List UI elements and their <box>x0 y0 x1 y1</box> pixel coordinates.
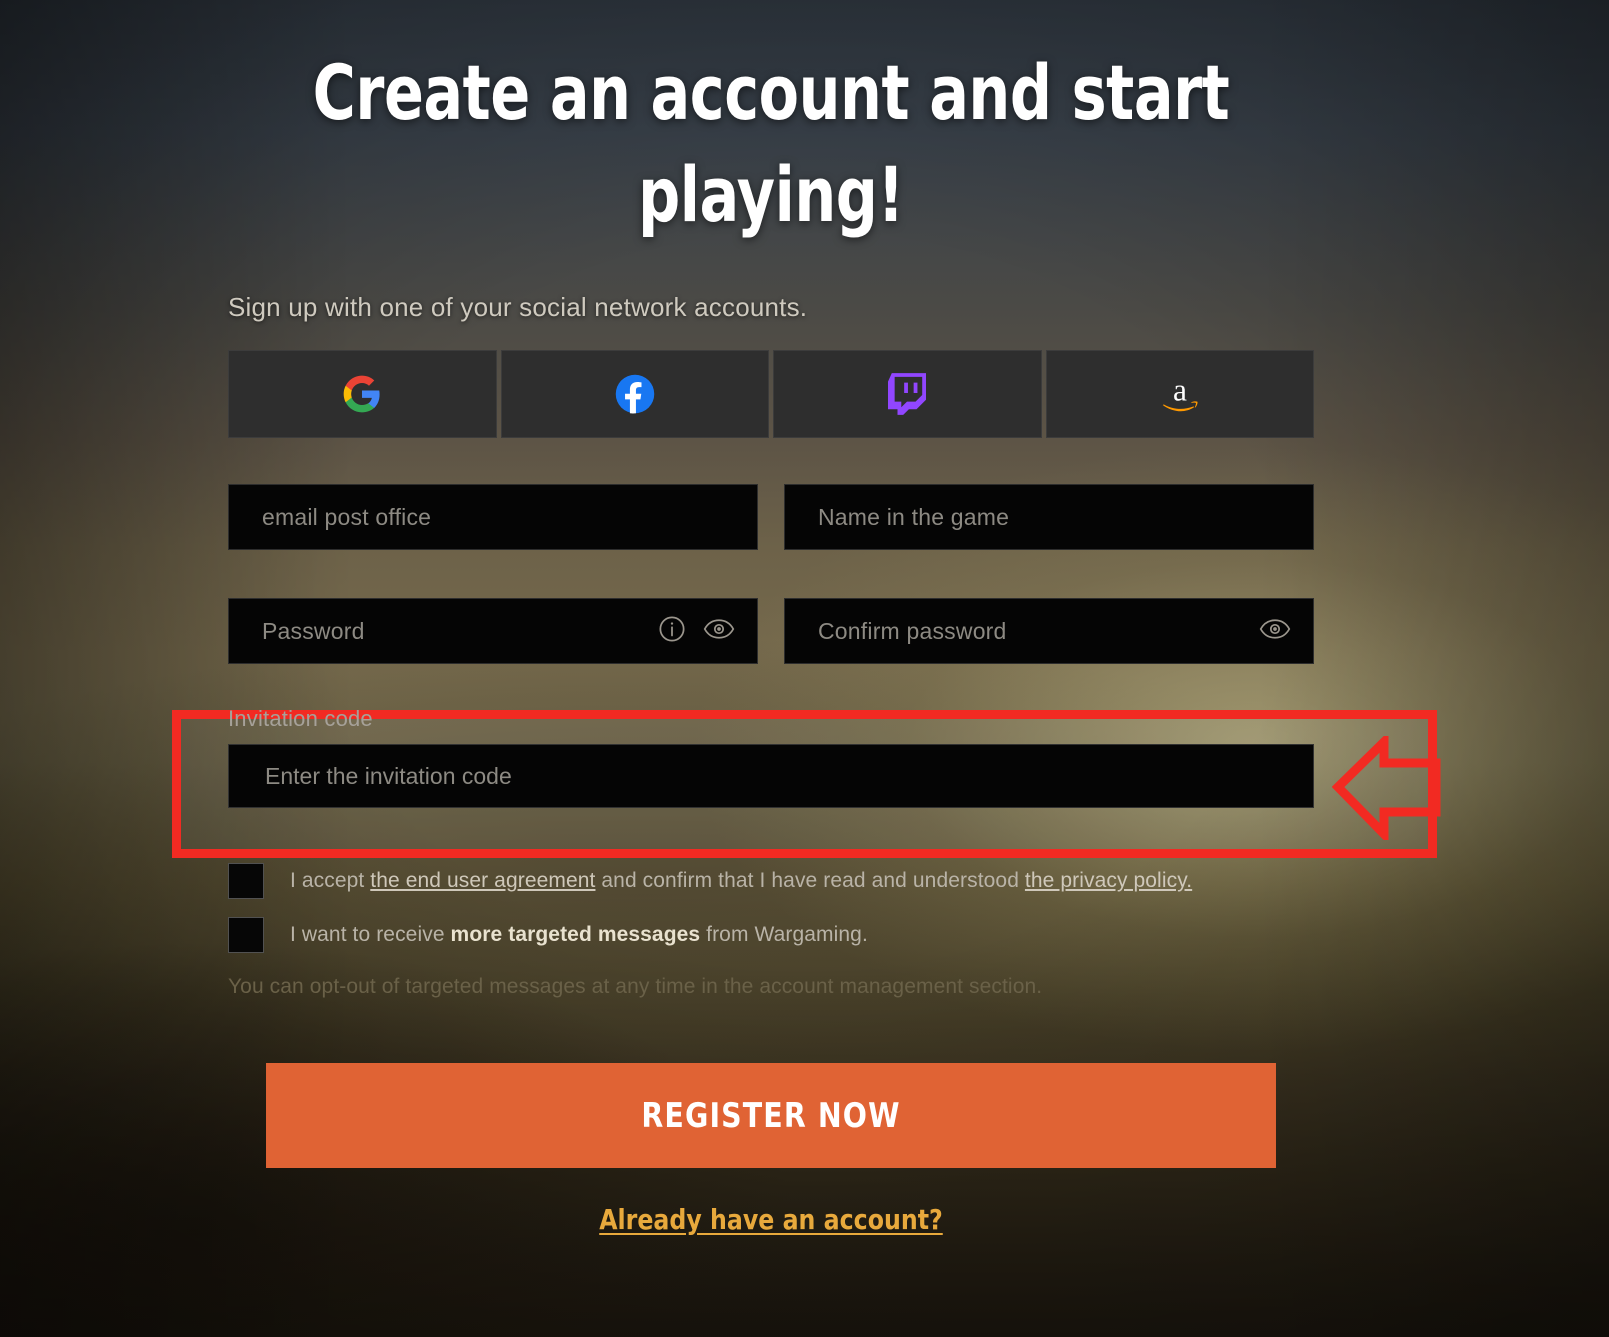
confirm-password-field[interactable]: Confirm password <box>784 598 1314 664</box>
privacy-policy-link[interactable]: the privacy policy. <box>1025 869 1192 892</box>
invitation-code-field[interactable]: Enter the invitation code <box>228 744 1314 808</box>
registration-page: Create an account and start playing! Sig… <box>0 0 1609 1337</box>
optout-note: You can opt-out of targeted messages at … <box>228 975 1043 998</box>
invitation-code-label: Invitation code <box>228 706 373 731</box>
marketing-text-emphasis: more targeted messages <box>450 923 701 946</box>
social-signup-label: Sign up with one of your social network … <box>228 292 808 322</box>
end-user-agreement-link[interactable]: the end user agreement <box>370 869 595 892</box>
info-icon[interactable] <box>657 614 687 649</box>
annotation-arrow-icon <box>1331 731 1444 846</box>
checkbox-eula[interactable] <box>228 863 264 899</box>
password-field-icons <box>657 599 735 663</box>
marketing-text-2: from Wargaming. <box>700 923 868 946</box>
nickname-placeholder: Name in the game <box>818 503 1010 530</box>
marketing-text-1: I want to receive <box>290 923 451 946</box>
invitation-code-placeholder: Enter the invitation code <box>265 762 512 789</box>
email-placeholder: email post office <box>262 503 432 530</box>
social-button-facebook[interactable] <box>500 350 769 438</box>
eula-text-1: I accept <box>290 869 371 892</box>
confirm-password-placeholder: Confirm password <box>818 617 1007 644</box>
social-button-twitch[interactable] <box>773 350 1042 438</box>
amazon-icon: a <box>1156 372 1204 416</box>
checkbox-marketing-label: I want to receive more targeted messages… <box>290 916 868 954</box>
social-button-google[interactable] <box>228 350 497 438</box>
nickname-field[interactable]: Name in the game <box>784 484 1314 550</box>
already-have-account-link[interactable]: Already have an account? <box>261 1203 1282 1236</box>
page-title: Create an account and start playing! <box>312 48 1230 239</box>
checkbox-row-marketing: I want to receive more targeted messages… <box>228 916 1314 954</box>
password-field[interactable]: Password <box>228 598 758 664</box>
google-icon <box>342 374 382 414</box>
facebook-icon <box>614 373 656 415</box>
invitation-code-section: Invitation code Enter the invitation cod… <box>228 706 1314 808</box>
consent-checkboxes: I accept the end user agreement and conf… <box>228 862 1314 970</box>
eye-icon[interactable] <box>703 614 735 649</box>
register-now-button[interactable]: REGISTER NOW <box>266 1063 1276 1168</box>
social-buttons-row: a <box>228 350 1314 438</box>
email-field[interactable]: email post office <box>228 484 758 550</box>
checkbox-marketing[interactable] <box>228 917 264 953</box>
social-button-amazon[interactable]: a <box>1045 350 1314 438</box>
svg-text:a: a <box>1173 372 1187 407</box>
confirm-password-field-icons <box>1259 599 1291 663</box>
password-fields-row: Password Confirm password <box>228 598 1314 664</box>
checkbox-row-eula: I accept the end user agreement and conf… <box>228 862 1314 900</box>
twitch-icon <box>888 373 927 415</box>
checkbox-eula-label: I accept the end user agreement and conf… <box>290 862 1192 900</box>
eula-text-2: and confirm that I have read and underst… <box>595 869 1025 892</box>
password-placeholder: Password <box>262 617 365 644</box>
identity-fields-row: email post office Name in the game <box>228 484 1314 550</box>
eye-icon[interactable] <box>1259 614 1291 649</box>
